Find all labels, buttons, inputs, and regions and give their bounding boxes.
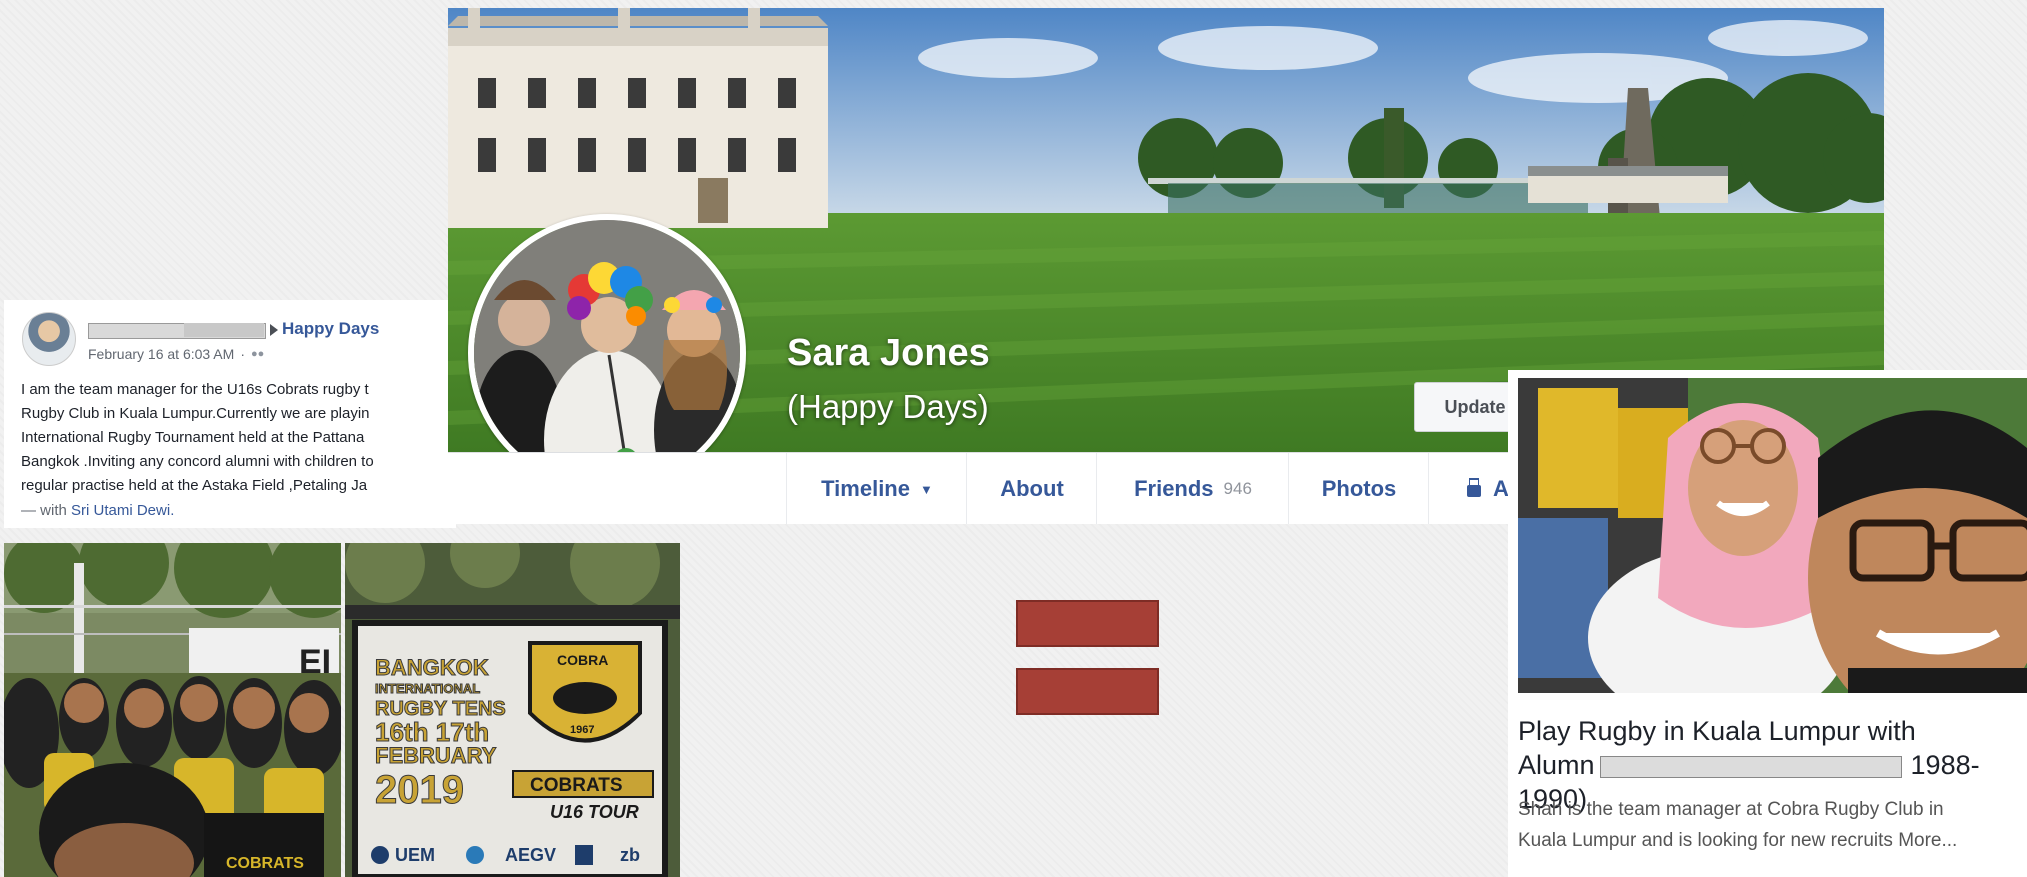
card-title-line2-start: Alumn — [1518, 750, 1595, 780]
tagged-with: — with Sri Utami Dewi. — [21, 502, 174, 519]
sponsor-logo: UEM — [395, 845, 435, 865]
equals-sign-top-bar — [1016, 600, 1159, 647]
lock-icon — [1467, 485, 1481, 497]
redacted-author-name-fill — [184, 323, 264, 337]
team-photo-image: EI COBRATS — [4, 543, 341, 877]
profile-picture-image — [474, 220, 740, 452]
post-body-line: Rugby Club in Kuala Lumpur.Currently we … — [21, 405, 370, 422]
caret-down-icon: ▼ — [919, 481, 933, 497]
update-info-label: Update — [1444, 396, 1506, 417]
profile-name[interactable]: Sara Jones — [787, 332, 990, 375]
post-meta: February 16 at 6:03 AM · ●● — [88, 346, 264, 362]
card-desc-line2: Kuala Lumpur and is looking for new recr… — [1518, 830, 1958, 851]
friends-count: 946 — [1223, 479, 1252, 498]
banner-line: FEBRUARY — [375, 743, 497, 768]
tagged-person-link[interactable]: Sri Utami Dewi. — [71, 502, 174, 519]
sponsor-logo: AEGV — [505, 845, 556, 865]
crest-year: 1967 — [570, 724, 594, 736]
tab-photos-label: Photos — [1321, 476, 1397, 501]
card-description: Shah is the team manager at Cobra Rugby … — [1518, 794, 2023, 856]
profile-alternate-name: (Happy Days) — [787, 388, 989, 425]
post-body: I am the team manager for the U16s Cobra… — [21, 378, 456, 498]
shirt-text: COBRATS — [226, 855, 304, 872]
tour-banner-image: BANGKOK INTERNATIONAL RUGBY TENS 16th 17… — [345, 543, 680, 877]
tagged-with-prefix: — with — [21, 502, 67, 519]
tab-friends-label: Friends — [1134, 476, 1214, 501]
tour-text: U16 TOUR — [550, 802, 639, 822]
tab-photos[interactable]: Photos — [1288, 453, 1429, 524]
tab-about[interactable]: About — [966, 453, 1097, 524]
ribbon-text: COBRATS — [530, 775, 623, 796]
tour-banner-photo[interactable]: BANGKOK INTERNATIONAL RUGBY TENS 16th 17… — [345, 543, 680, 877]
post-body-line: International Rugby Tournament held at t… — [21, 429, 365, 446]
tab-timeline-label: Timeline — [821, 476, 910, 501]
caret-right-icon — [270, 324, 278, 336]
banner-line: BANGKOK — [375, 655, 489, 680]
post-body-line: regular practise held at the Astaka Fiel… — [21, 477, 368, 494]
post-body-line: I am the team manager for the U16s Cobra… — [21, 381, 369, 398]
group-link[interactable]: Happy Days — [282, 319, 379, 339]
card-image[interactable] — [1518, 378, 2027, 693]
banner-line: 2019 — [375, 768, 464, 812]
separator-dot: · — [240, 346, 245, 362]
tab-about-label: About — [1000, 476, 1064, 501]
card-title-line1: Play Rugby in Kuala Lumpur with — [1518, 716, 1916, 746]
selfie-image — [1518, 378, 2027, 693]
banner-line: INTERNATIONAL — [375, 681, 480, 696]
link-preview-card[interactable]: Play Rugby in Kuala Lumpur with Alumn 198… — [1508, 370, 2027, 877]
sponsor-logo: zb — [620, 845, 640, 865]
group-audience-icon: ●● — [250, 348, 265, 360]
equals-sign-bottom-bar — [1016, 668, 1159, 715]
tab-timeline[interactable]: Timeline ▼ — [786, 453, 967, 524]
post-author-avatar[interactable] — [22, 312, 76, 366]
tab-friends[interactable]: Friends 946 — [1096, 453, 1289, 524]
crest-top: COBRA — [557, 652, 608, 668]
facebook-post: Happy Days February 16 at 6:03 AM · ●● I… — [4, 300, 456, 528]
post-body-line: Bangkok .Inviting any concord alumni wit… — [21, 453, 374, 470]
team-photo[interactable]: EI COBRATS — [4, 543, 341, 877]
post-date[interactable]: February 16 at 6:03 AM — [88, 346, 234, 362]
redacted-name-box — [1600, 756, 1902, 778]
card-desc-line1: Shah is the team manager at Cobra Rugby … — [1518, 799, 1944, 820]
